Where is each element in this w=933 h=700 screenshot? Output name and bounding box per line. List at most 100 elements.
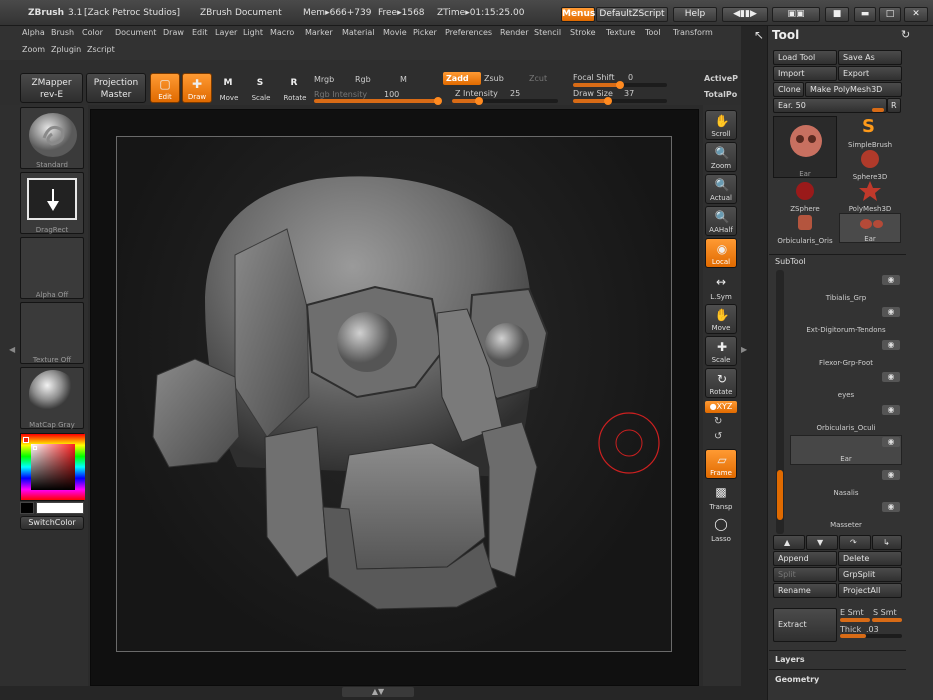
scale-dock-button[interactable]: ✚ Scale — [705, 336, 737, 366]
tool-thumb-sphere3d[interactable]: Sphere3D — [840, 148, 900, 181]
texture-off-tile[interactable]: Texture Off — [20, 302, 84, 364]
ear-slider[interactable]: Ear. 50 — [773, 98, 887, 113]
close-icon[interactable]: ✕ — [904, 7, 928, 22]
zmapper-button[interactable]: ZMapper rev-E — [20, 73, 83, 103]
lsym-button[interactable]: ↔ L.Sym — [705, 272, 737, 302]
rgb-intensity-knob[interactable] — [434, 97, 442, 105]
layers-section[interactable]: Layers — [775, 655, 805, 664]
menu-layer[interactable]: Layer — [215, 28, 237, 37]
transp-button[interactable]: ▩ Transp — [705, 482, 737, 512]
focal-shift-knob[interactable] — [616, 81, 624, 89]
matcap-gray-tile[interactable]: MatCap Gray — [20, 367, 84, 429]
z-intensity-knob[interactable] — [474, 97, 483, 105]
maximize-icon[interactable]: □ — [879, 7, 901, 22]
document-canvas[interactable] — [116, 136, 672, 652]
visibility-eye-icon[interactable]: ◉ — [882, 340, 900, 350]
menu-zplugin[interactable]: Zplugin — [51, 45, 81, 54]
visibility-eye-icon[interactable]: ◉ — [882, 307, 900, 317]
tool-thumb-polymesh3d[interactable]: PolyMesh3D — [840, 180, 900, 213]
menu-material[interactable]: Material — [342, 28, 375, 37]
default-zscript-button[interactable]: DefaultZScript — [596, 7, 668, 22]
menus-button[interactable]: Menus — [561, 7, 595, 22]
delete-button[interactable]: Delete — [838, 551, 902, 566]
mrgb-toggle[interactable]: Mrgb — [314, 75, 334, 84]
switch-color-button[interactable]: SwitchColor — [20, 516, 84, 530]
bottom-shelf-toggle-icon[interactable]: ▲▼ — [342, 687, 414, 697]
skull-model[interactable] — [117, 137, 672, 652]
frame-button[interactable]: ▱ Frame — [705, 449, 737, 479]
rotate-dock-button[interactable]: ↻ Rotate — [705, 368, 737, 398]
menu-zoom[interactable]: Zoom — [22, 45, 45, 54]
rgb-intensity-slider[interactable] — [314, 97, 442, 105]
return-arrow-icon[interactable]: ↳ — [872, 535, 902, 550]
menu-stroke[interactable]: Stroke — [570, 28, 596, 37]
draw-size-knob[interactable] — [603, 97, 612, 105]
menu-texture[interactable]: Texture — [606, 28, 635, 37]
split-button[interactable]: Split — [773, 567, 837, 582]
menu-render[interactable]: Render — [500, 28, 528, 37]
menu-color[interactable]: Color — [82, 28, 103, 37]
aahalf-button[interactable]: 🔍 AAHalf — [705, 206, 737, 236]
menu-edit[interactable]: Edit — [192, 28, 208, 37]
zcut-button[interactable]: Zcut — [529, 74, 547, 83]
primary-color-swatch[interactable] — [36, 502, 84, 514]
left-shelf-toggle-icon[interactable]: ◀ — [9, 345, 15, 357]
stroke-dragrect-tile[interactable]: DragRect — [20, 172, 84, 234]
right-shelf-toggle-icon[interactable]: ▶ — [741, 345, 747, 357]
menu-tool[interactable]: Tool — [645, 28, 661, 37]
projectall-button[interactable]: ProjectAll — [838, 583, 902, 598]
menu-movie[interactable]: Movie — [383, 28, 407, 37]
menu-document[interactable]: Document — [115, 28, 156, 37]
grpsplit-button[interactable]: GrpSplit — [838, 567, 902, 582]
move-dock-button[interactable]: ✋ Move — [705, 304, 737, 334]
edit-button[interactable]: ▢ Edit — [150, 73, 180, 103]
menu-draw[interactable]: Draw — [163, 28, 184, 37]
visibility-eye-icon[interactable]: ◉ — [882, 437, 900, 447]
clone-button[interactable]: Clone — [773, 82, 804, 97]
move-button[interactable]: M Move — [214, 73, 244, 103]
menu-stencil[interactable]: Stencil — [534, 28, 561, 37]
move-down-arrow-icon[interactable]: ▼ — [806, 535, 838, 550]
menu-alpha[interactable]: Alpha — [22, 28, 45, 37]
lasso-button[interactable]: ◯ Lasso — [705, 514, 737, 544]
minimize-icon[interactable]: ▬ — [854, 7, 876, 22]
visibility-eye-icon[interactable]: ◉ — [882, 405, 900, 415]
thick-slider[interactable] — [840, 634, 902, 638]
tool-thumb-simplebrush[interactable]: S SimpleBrush — [840, 116, 900, 149]
geometry-section[interactable]: Geometry — [775, 675, 819, 684]
visibility-eye-icon[interactable]: ◉ — [882, 275, 900, 285]
move-up-arrow-icon[interactable]: ▲ — [773, 535, 805, 550]
tool-thumb-ear-selected[interactable]: Ear — [839, 213, 901, 243]
menu-macro[interactable]: Macro — [270, 28, 294, 37]
redo-arrow-icon[interactable]: ↷ — [839, 535, 871, 550]
menu-transform[interactable]: Transform — [673, 28, 713, 37]
s-smt-toggle[interactable]: S Smt — [873, 608, 897, 617]
menu-marker[interactable]: Marker — [305, 28, 333, 37]
local-button[interactable]: ◉ Local — [705, 238, 737, 268]
rename-button[interactable]: Rename — [773, 583, 837, 598]
z-intensity-slider[interactable] — [452, 97, 558, 105]
scroll-button[interactable]: ✋ Scroll — [705, 110, 737, 140]
xyz-toggle[interactable]: ●XYZ — [705, 401, 737, 413]
tray-toggle-icon[interactable]: ▣▣ — [772, 7, 820, 22]
extract-button[interactable]: Extract — [773, 608, 837, 642]
e-smt-toggle[interactable]: E Smt — [840, 608, 864, 617]
refresh-icon[interactable]: ↻ — [901, 28, 913, 41]
rgb-toggle[interactable]: Rgb — [355, 75, 371, 84]
m-toggle[interactable]: M — [400, 75, 407, 84]
import-button[interactable]: Import — [773, 66, 837, 81]
tool-thumb-zsphere[interactable]: ZSphere — [775, 180, 835, 213]
layout-toggle-icon[interactable]: ◀▮▮▶ — [722, 7, 768, 22]
help-button[interactable]: Help — [673, 7, 717, 22]
actual-button[interactable]: 🔍 Actual — [705, 174, 737, 204]
s-smt-slider[interactable] — [872, 618, 902, 622]
rotate-z-icon[interactable]: ↺ — [714, 431, 728, 443]
save-as-button[interactable]: Save As — [838, 50, 902, 65]
rotate-y-icon[interactable]: ↻ — [714, 416, 728, 428]
menu-preferences[interactable]: Preferences — [445, 28, 492, 37]
visibility-eye-icon[interactable]: ◉ — [882, 372, 900, 382]
lock-icon[interactable]: ■ — [825, 7, 849, 22]
brush-standard-tile[interactable]: Standard — [20, 107, 84, 169]
focal-shift-slider[interactable] — [573, 81, 667, 89]
hue-marker[interactable] — [23, 437, 29, 443]
